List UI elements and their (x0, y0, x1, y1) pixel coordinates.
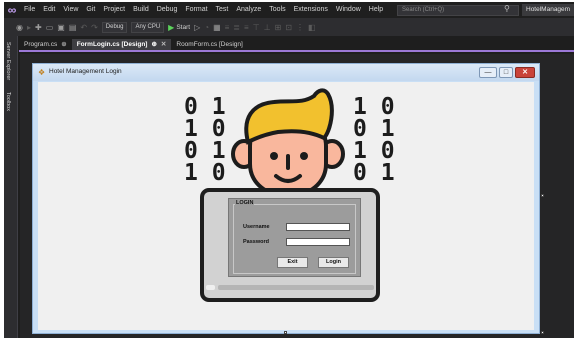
menu-build[interactable]: Build (129, 2, 153, 18)
server-explorer-tab[interactable]: Server Explorer (5, 42, 11, 80)
toolbar: ◉ ▸ ✚ ▭ ▣ ▤ ↶ ↷ Debug Any CPU ▶ Start ▷ … (4, 18, 574, 36)
form-titlebar: ❖ Hotel Management Login — □ ✕ (33, 64, 539, 81)
menu-window[interactable]: Window (332, 2, 365, 18)
pin-icon[interactable]: ⊕ (151, 39, 156, 50)
user-avatar-illustration (231, 88, 345, 196)
right-eye (300, 152, 308, 160)
menu-bar: ∞ File Edit View Git Project Build Debug… (4, 2, 574, 18)
close-button[interactable]: ✕ (515, 67, 535, 78)
configuration-select[interactable]: Debug (101, 21, 128, 33)
align-left-icon[interactable]: ≡ (225, 23, 230, 32)
menu-debug[interactable]: Debug (153, 2, 182, 18)
exit-button[interactable]: Exit (277, 257, 308, 268)
back-icon[interactable]: ◉ (16, 23, 23, 32)
resize-handle-right[interactable] (541, 194, 544, 197)
username-field[interactable] (286, 223, 350, 231)
order-icon[interactable]: ◧ (308, 23, 316, 32)
tab-label: Program.cs (24, 41, 58, 48)
minimize-button[interactable]: — (479, 67, 497, 78)
monitor-stand-bar (218, 285, 374, 290)
login-groupbox: Username Password Exit Login (233, 204, 356, 274)
menu-tools[interactable]: Tools (265, 2, 289, 18)
form-client-area: 0 1 1 0 0 1 1 0 1 0 0 1 1 0 0 1 Username… (38, 82, 534, 330)
menu-extensions[interactable]: Extensions (290, 2, 332, 18)
save-icon[interactable]: ▣ (57, 23, 65, 32)
forward-icon[interactable]: ▸ (27, 23, 31, 32)
resize-handle-bottom[interactable] (284, 331, 287, 334)
menu-analyze[interactable]: Analyze (232, 2, 265, 18)
undo-icon[interactable]: ↶ (80, 23, 87, 32)
maximize-button[interactable]: □ (499, 67, 513, 78)
document-tab-strip: Program.cs ⊕ FormLogin.cs [Design] ⊕ ✕ R… (19, 39, 574, 52)
form-preview-window[interactable]: ❖ Hotel Management Login — □ ✕ 0 1 1 0 0… (32, 63, 540, 334)
password-label: Password (243, 239, 269, 245)
start-label: Start (176, 23, 191, 31)
menu-test[interactable]: Test (212, 2, 233, 18)
close-tab-icon[interactable]: ✕ (161, 39, 166, 50)
start-without-debugging-icon[interactable]: ▷ (194, 23, 200, 32)
open-folder-icon[interactable]: ▭ (46, 23, 54, 32)
tab-label: FormLogin.cs [Design] (76, 41, 148, 48)
pin-icon[interactable]: ⊕ (61, 39, 66, 50)
monitor-indicator (206, 285, 215, 290)
spacing-icon[interactable]: ⋮ (296, 23, 304, 32)
tab-program-cs[interactable]: Program.cs ⊕ (19, 39, 72, 50)
left-eye (270, 152, 278, 160)
login-panel: Username Password Exit Login LOGIN (228, 198, 361, 277)
search-input[interactable]: Search (Ctrl+Q) (397, 5, 519, 16)
binary-digits-right: 1 0 0 1 1 0 0 1 (353, 94, 395, 186)
start-button[interactable]: ▶ Start (168, 23, 190, 32)
layout-icon[interactable]: ▦ (213, 23, 221, 32)
same-size-icon[interactable]: ⊞ (275, 23, 282, 32)
redo-icon[interactable]: ↷ (91, 23, 98, 32)
side-tool-strip: Server Explorer Toolbox (4, 36, 18, 338)
align-top-icon[interactable]: ⊤ (253, 23, 260, 32)
toolbox-tab[interactable]: Toolbox (5, 92, 11, 111)
login-button[interactable]: Login (318, 257, 349, 268)
platform-select[interactable]: Any CPU (131, 21, 165, 33)
menu-file[interactable]: File (20, 2, 39, 18)
tab-formlogin-design[interactable]: FormLogin.cs [Design] ⊕ ✕ (71, 39, 172, 50)
binary-digits-left: 0 1 1 0 0 1 1 0 (184, 94, 226, 186)
tab-roomform-design[interactable]: RoomForm.cs [Design] (171, 39, 247, 50)
resize-handle-corner[interactable] (541, 331, 544, 334)
username-label: Username (243, 224, 270, 230)
menu-view[interactable]: View (59, 2, 82, 18)
save-all-icon[interactable]: ▤ (69, 23, 77, 32)
search-icon[interactable]: ⚲ (504, 4, 510, 13)
form-app-icon: ❖ (38, 68, 46, 77)
menu-format[interactable]: Format (181, 2, 211, 18)
password-field[interactable] (286, 238, 350, 246)
align-center-icon[interactable]: ≣ (233, 23, 240, 32)
align-bottom-icon[interactable]: ⊥ (264, 23, 271, 32)
menu-help[interactable]: Help (365, 2, 387, 18)
form-title: Hotel Management Login (49, 68, 122, 75)
menu-git[interactable]: Git (82, 2, 99, 18)
tab-label: RoomForm.cs [Design] (176, 41, 243, 48)
menu-project[interactable]: Project (99, 2, 129, 18)
visual-studio-window: ∞ File Edit View Git Project Build Debug… (4, 2, 574, 338)
hot-reload-icon[interactable]: ◔ (204, 23, 209, 32)
align-right-icon[interactable]: ≡ (244, 23, 249, 32)
new-item-icon[interactable]: ✚ (35, 23, 42, 32)
solution-name-badge[interactable]: HotelManagem (522, 4, 574, 16)
vs-logo-icon[interactable]: ∞ (4, 2, 20, 18)
menu-edit[interactable]: Edit (39, 2, 59, 18)
designer-surface: ❖ Hotel Management Login — □ ✕ 0 1 1 0 0… (20, 54, 574, 338)
login-group-title: LOGIN (235, 200, 255, 206)
play-icon: ▶ (168, 22, 175, 32)
grid-icon[interactable]: ⊡ (285, 23, 292, 32)
